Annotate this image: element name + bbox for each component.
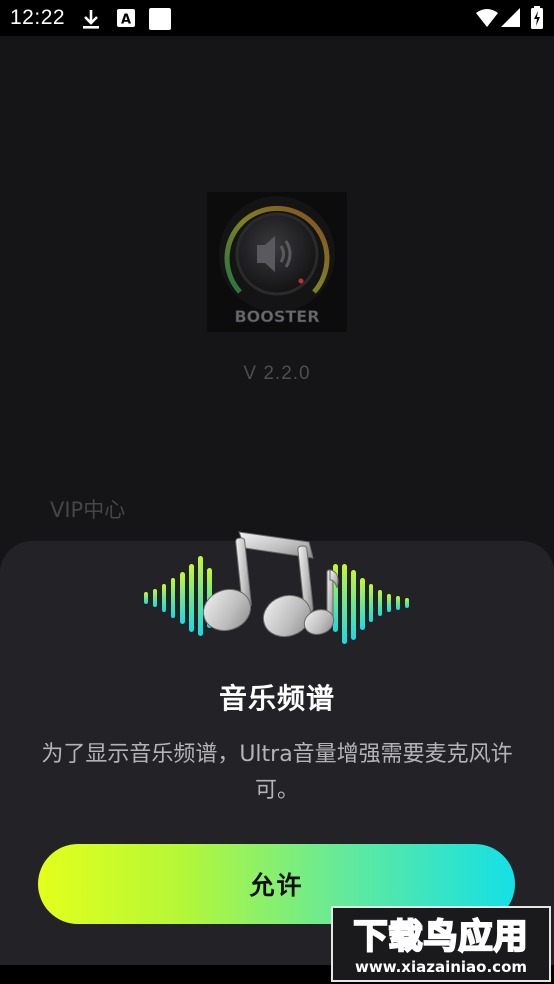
booster-logo: BOOSTER [207, 192, 347, 332]
download-icon [80, 8, 102, 34]
svg-text:A: A [121, 13, 131, 28]
watermark-url: www.xiazainiao.com [355, 958, 527, 976]
status-bar: 12:22 A [0, 0, 554, 36]
battery-icon [530, 6, 544, 34]
signal-icon [501, 8, 521, 32]
dialog-description: 为了显示音乐频谱，Ultra音量增强需要麦克风许可。 [41, 742, 513, 803]
vip-center-item[interactable]: VIP中心 [50, 494, 125, 524]
watermark-logo: 下载鸟应用 www.xiazainiao.com [331, 906, 551, 982]
music-notes-equalizer-illustration [141, 524, 415, 654]
square-notification-icon [148, 7, 172, 35]
status-time: 12:22 [10, 6, 66, 29]
booster-logo-text: BOOSTER [234, 307, 319, 326]
wifi-icon [476, 8, 498, 32]
dialog-title: 音乐频谱 [218, 682, 335, 715]
a-notification-icon: A [116, 8, 136, 32]
version-label: V 2.2.0 [243, 363, 311, 384]
watermark-brand: 下载鸟应用 [354, 917, 529, 957]
